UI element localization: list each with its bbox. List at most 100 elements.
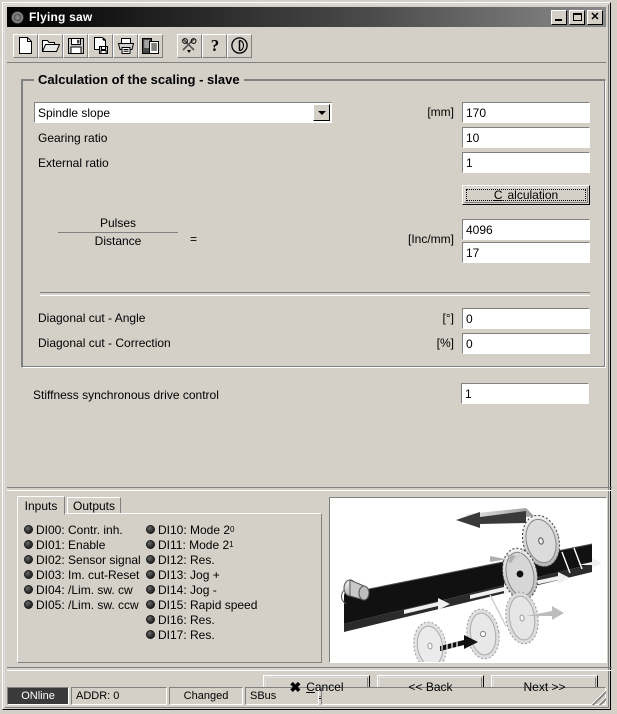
calculation-button[interactable]: Calculation xyxy=(462,185,590,205)
input-label: DI05: /Lim. sw. ccw xyxy=(36,597,139,612)
minimize-button[interactable] xyxy=(551,9,567,25)
status-led-icon xyxy=(146,600,155,609)
status-led-icon xyxy=(146,540,155,549)
tab-inputs-label: Inputs xyxy=(24,498,58,513)
save-as-icon[interactable] xyxy=(88,33,113,58)
tab-inputs[interactable]: Inputs xyxy=(17,496,65,515)
list-item[interactable]: DI04: /Lim. sw. cw xyxy=(24,582,154,597)
diagonal-angle-unit: [°] xyxy=(442,311,454,325)
calculation-button-accesskey: C xyxy=(493,188,503,202)
list-item[interactable]: DI15: Rapid speed xyxy=(146,597,296,612)
spindle-slope-combo-value: Spindle slope xyxy=(38,105,111,120)
external-ratio-label: External ratio xyxy=(38,156,109,170)
spindle-slope-input[interactable]: 170 xyxy=(462,102,590,123)
diagonal-correction-input[interactable]: 0 xyxy=(462,333,590,354)
toolbar-group-file xyxy=(13,33,163,58)
app-gear-icon xyxy=(11,10,24,24)
tab-outputs-label: Outputs xyxy=(72,499,116,513)
gearing-ratio-label: Gearing ratio xyxy=(38,131,108,145)
group-separator xyxy=(40,292,590,296)
status-led-icon xyxy=(146,615,155,624)
document-copy-icon[interactable] xyxy=(138,33,163,58)
list-item[interactable]: DI11: Mode 21 xyxy=(146,537,296,552)
diagonal-correction-label: Diagonal cut - Correction xyxy=(38,336,171,350)
diagonal-angle-label: Diagonal cut - Angle xyxy=(38,311,146,325)
fraction-unit: [Inc/mm] xyxy=(407,232,454,246)
x-mark-icon: ✖ xyxy=(289,679,302,695)
list-item[interactable]: DI03: Im. cut-Reset xyxy=(24,567,154,582)
list-item[interactable]: DI13: Jog + xyxy=(146,567,296,582)
maximize-button[interactable] xyxy=(569,9,585,25)
list-item[interactable]: DI02: Sensor signal xyxy=(24,552,154,567)
inputs-column-right: DI10: Mode 20 DI11: Mode 21 DI12: Res. D… xyxy=(146,522,296,642)
input-label: DI17: Res. xyxy=(158,627,215,642)
equals-sign: = xyxy=(190,232,198,246)
open-folder-icon[interactable] xyxy=(38,33,63,58)
status-changed: Changed xyxy=(169,687,243,705)
input-label: DI12: Res. xyxy=(158,552,215,567)
list-item[interactable]: DI10: Mode 20 xyxy=(146,522,296,537)
status-led-icon xyxy=(146,555,155,564)
list-item[interactable]: DI05: /Lim. sw. ccw xyxy=(24,597,154,612)
bottom-divider xyxy=(7,487,612,491)
io-tabpanel: Inputs Outputs DI00: Contr. inh. DI01: E… xyxy=(17,496,322,663)
fraction-numerator: Pulses xyxy=(99,216,137,230)
tabstrip: Inputs Outputs xyxy=(17,496,322,515)
input-label: DI16: Res. xyxy=(158,612,215,627)
status-led-icon xyxy=(24,540,33,549)
list-item[interactable]: DI00: Contr. inh. xyxy=(24,522,154,537)
back-button-label: << Back xyxy=(408,680,453,694)
tools-icon[interactable] xyxy=(177,33,202,58)
status-led-icon xyxy=(146,630,155,639)
input-label: DI11: Mode 2 xyxy=(158,537,230,552)
window-frame: Flying saw ✕ ? Calculation of the scalin… xyxy=(2,2,612,710)
list-item[interactable]: DI14: Jog - xyxy=(146,582,296,597)
status-address: ADDR: 0 xyxy=(71,687,167,705)
status-led-icon xyxy=(24,600,33,609)
list-item[interactable]: DI01: Enable xyxy=(24,537,154,552)
external-ratio-input[interactable]: 1 xyxy=(462,152,590,173)
close-button[interactable]: ✕ xyxy=(587,9,603,25)
calculation-button-label-rest: alculation xyxy=(507,188,559,202)
cancel-button-accesskey: C xyxy=(306,680,315,694)
status-led-icon xyxy=(146,585,155,594)
footer-divider xyxy=(7,667,612,671)
diagonal-correction-unit: [%] xyxy=(436,336,454,350)
input-label: DI04: /Lim. sw. cw xyxy=(36,582,133,597)
gearing-ratio-input[interactable]: 10 xyxy=(462,127,590,148)
cancel-button-label-rest: ancel xyxy=(314,680,344,694)
input-label: DI00: Contr. inh. xyxy=(36,522,123,537)
input-label: DI01: Enable xyxy=(36,537,106,552)
stiffness-label: Stiffness synchronous drive control xyxy=(33,388,219,402)
print-icon[interactable] xyxy=(113,33,138,58)
distance-input[interactable]: 17 xyxy=(462,242,590,263)
tab-outputs[interactable]: Outputs xyxy=(67,497,121,514)
diagonal-angle-input[interactable]: 0 xyxy=(462,308,590,329)
list-item[interactable]: DI17: Res. xyxy=(146,627,296,642)
chevron-down-icon[interactable] xyxy=(313,104,330,121)
fraction-denominator: Distance xyxy=(94,234,142,248)
list-item[interactable]: DI12: Res. xyxy=(146,552,296,567)
title-bar[interactable]: Flying saw ✕ xyxy=(7,7,606,27)
new-document-icon[interactable] xyxy=(13,33,38,58)
spindle-slope-unit: [mm] xyxy=(427,105,454,119)
stiffness-input[interactable]: 1 xyxy=(461,383,589,404)
groupbox-title: Calculation of the scaling - slave xyxy=(34,72,244,87)
list-item[interactable]: DI16: Res. xyxy=(146,612,296,627)
input-label: DI02: Sensor signal xyxy=(36,552,141,567)
status-led-icon xyxy=(146,570,155,579)
pulses-input[interactable]: 4096 xyxy=(462,219,590,240)
tab-body-inputs: DI00: Contr. inh. DI01: Enable DI02: Sen… xyxy=(17,513,322,663)
scaling-groupbox: Calculation of the scaling - slave Spind… xyxy=(21,72,606,368)
window-frame-inner: Flying saw ✕ ? Calculation of the scalin… xyxy=(4,4,612,708)
help-question-icon[interactable]: ? xyxy=(202,33,227,58)
save-floppy-icon[interactable] xyxy=(63,33,88,58)
status-led-icon xyxy=(146,525,155,534)
svg-text:?: ? xyxy=(210,37,219,54)
input-label: DI14: Jog - xyxy=(158,582,217,597)
spindle-slope-combo[interactable]: Spindle slope xyxy=(34,102,332,123)
flying-saw-diagram xyxy=(329,497,607,663)
info-power-icon[interactable] xyxy=(227,33,252,58)
status-led-icon xyxy=(24,570,33,579)
input-label: DI13: Jog + xyxy=(158,567,220,582)
